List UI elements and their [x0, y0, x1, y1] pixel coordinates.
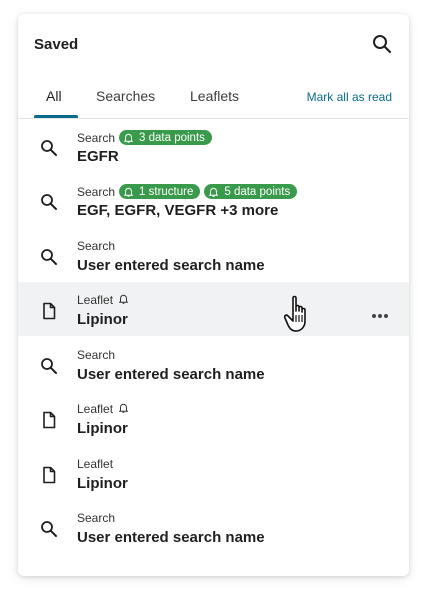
- badge-label: 1 structure: [139, 185, 194, 198]
- item-meta: Search: [77, 348, 115, 362]
- item-name: User entered search name: [77, 366, 265, 383]
- item-meta: Search: [77, 511, 115, 525]
- list-item[interactable]: Search User entered search name: [18, 228, 409, 282]
- search-icon: [373, 35, 392, 54]
- tab-bar: All Searches Leaflets Mark all as read: [18, 76, 409, 119]
- item-type-label: Leaflet: [77, 293, 114, 307]
- list-item[interactable]: Leaflet Lipinor: [18, 446, 409, 500]
- alert-badge: 1 structure: [119, 184, 201, 199]
- badge-label: 3 data points: [139, 131, 205, 144]
- item-meta: Search 1 structure 5 data points: [77, 184, 298, 199]
- mark-all-read-link[interactable]: Mark all as read: [307, 90, 392, 104]
- active-tab-indicator: [34, 115, 78, 118]
- list-item[interactable]: Leaflet Lipinor: [18, 282, 409, 336]
- item-meta: Leaflet: [77, 293, 129, 307]
- list-item[interactable]: Search User entered search name: [18, 337, 409, 391]
- item-type-label: Search: [77, 348, 116, 362]
- bell-icon: [124, 187, 136, 197]
- search-button[interactable]: [371, 33, 393, 55]
- item-type-label: Leaflet: [77, 402, 114, 416]
- badge-label: 5 data points: [224, 185, 291, 198]
- item-meta: Search: [77, 239, 115, 253]
- item-name: EGF, EGFR, VEGFR +3 more: [77, 202, 279, 219]
- item-meta: Search 3 data points: [77, 130, 212, 145]
- search-icon: [40, 357, 58, 375]
- item-type-label: Search: [77, 511, 116, 525]
- panel-header: Saved: [18, 14, 409, 76]
- document-icon: [40, 466, 58, 484]
- list-item[interactable]: Search 1 structure 5 data points EGF, EGFR,…: [18, 173, 409, 227]
- list-item[interactable]: Search 3 data points EGFR: [18, 119, 409, 173]
- item-name: Lipinor: [77, 311, 128, 328]
- item-name: Lipinor: [77, 420, 128, 437]
- item-type-label: Search: [77, 130, 116, 145]
- search-icon: [40, 248, 58, 266]
- tab-all[interactable]: All: [46, 88, 62, 104]
- tab-leaflets[interactable]: Leaflets: [190, 88, 239, 104]
- alert-badge: 3 data points: [119, 130, 212, 145]
- item-name: Lipinor: [77, 475, 128, 492]
- search-icon: [40, 139, 58, 157]
- item-type-label: Leaflet: [77, 457, 114, 471]
- tab-searches[interactable]: Searches: [96, 88, 155, 104]
- item-meta: Leaflet: [77, 402, 129, 416]
- document-icon: [40, 302, 58, 320]
- item-name: User entered search name: [77, 257, 265, 274]
- more-horizontal-icon: [372, 314, 388, 318]
- item-meta: Leaflet: [77, 457, 113, 471]
- bell-icon: [118, 402, 129, 416]
- alert-badge: 5 data points: [204, 184, 298, 199]
- bell-icon: [209, 187, 221, 197]
- search-icon: [40, 193, 58, 211]
- bell-icon: [118, 293, 129, 307]
- list-item[interactable]: Leaflet Lipinor: [18, 391, 409, 445]
- more-options-button[interactable]: [371, 306, 389, 318]
- saved-panel: Saved All Searches Leaflets Mark all as …: [18, 14, 409, 576]
- item-type-label: Search: [77, 239, 116, 253]
- hand-pointer-cursor-icon: [284, 295, 306, 332]
- item-name: User entered search name: [77, 529, 265, 546]
- list-item[interactable]: Search User entered search name: [18, 500, 409, 554]
- document-icon: [40, 411, 58, 429]
- item-name: EGFR: [77, 148, 119, 165]
- bell-icon: [124, 133, 136, 143]
- search-icon: [40, 520, 58, 538]
- panel-title: Saved: [34, 36, 79, 53]
- item-type-label: Search: [77, 184, 116, 199]
